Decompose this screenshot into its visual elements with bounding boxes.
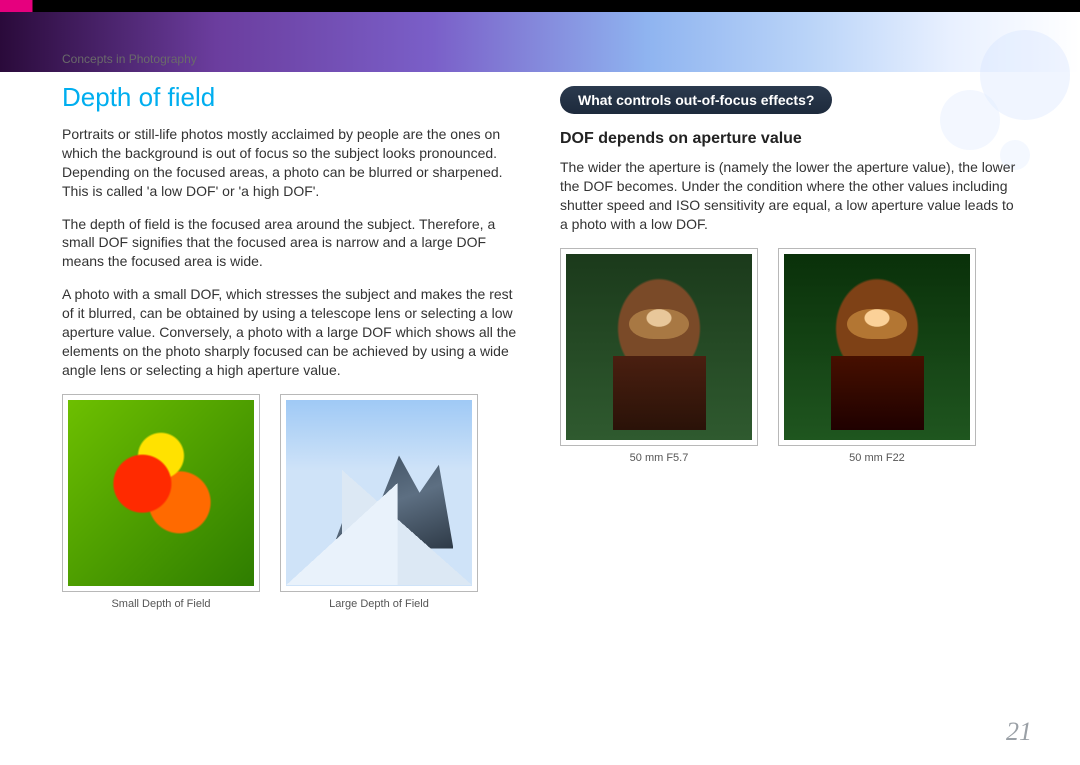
paragraph: The depth of field is the focused area a… xyxy=(62,215,520,272)
caption: Large Depth of Field xyxy=(280,598,478,610)
example-image-tulip xyxy=(68,400,254,586)
image-frame xyxy=(280,394,478,592)
sub-heading: DOF depends on aperture value xyxy=(560,130,1018,148)
image-frame xyxy=(560,248,758,446)
right-column: What controls out-of-focus effects? DOF … xyxy=(560,82,1018,725)
image-frame xyxy=(62,394,260,592)
image-row: Small Depth of Field Large Depth of Fiel… xyxy=(62,394,520,610)
caption: Small Depth of Field xyxy=(62,598,260,610)
example-image-grinder-sharp xyxy=(784,254,970,440)
figure-f5-7: 50 mm F5.7 xyxy=(560,248,758,464)
left-column: Depth of field Portraits or still-life p… xyxy=(62,82,520,725)
breadcrumb: Concepts in Photography xyxy=(62,52,197,66)
paragraph: A photo with a small DOF, which stresses… xyxy=(62,285,520,379)
example-image-grinder-blurred xyxy=(566,254,752,440)
figure-large-dof: Large Depth of Field xyxy=(280,394,478,610)
paragraph: Portraits or still-life photos mostly ac… xyxy=(62,125,520,201)
top-accent-bar xyxy=(0,0,1080,12)
page-number: 21 xyxy=(1006,717,1032,747)
caption: 50 mm F5.7 xyxy=(560,452,758,464)
example-image-mountain xyxy=(286,400,472,586)
section-pill: What controls out-of-focus effects? xyxy=(560,86,832,114)
paragraph: The wider the aperture is (namely the lo… xyxy=(560,158,1018,234)
image-row: 50 mm F5.7 50 mm F22 xyxy=(560,248,1018,464)
figure-f22: 50 mm F22 xyxy=(778,248,976,464)
content-area: Depth of field Portraits or still-life p… xyxy=(62,82,1018,725)
caption: 50 mm F22 xyxy=(778,452,976,464)
figure-small-dof: Small Depth of Field xyxy=(62,394,260,610)
page-title: Depth of field xyxy=(62,82,520,113)
image-frame xyxy=(778,248,976,446)
